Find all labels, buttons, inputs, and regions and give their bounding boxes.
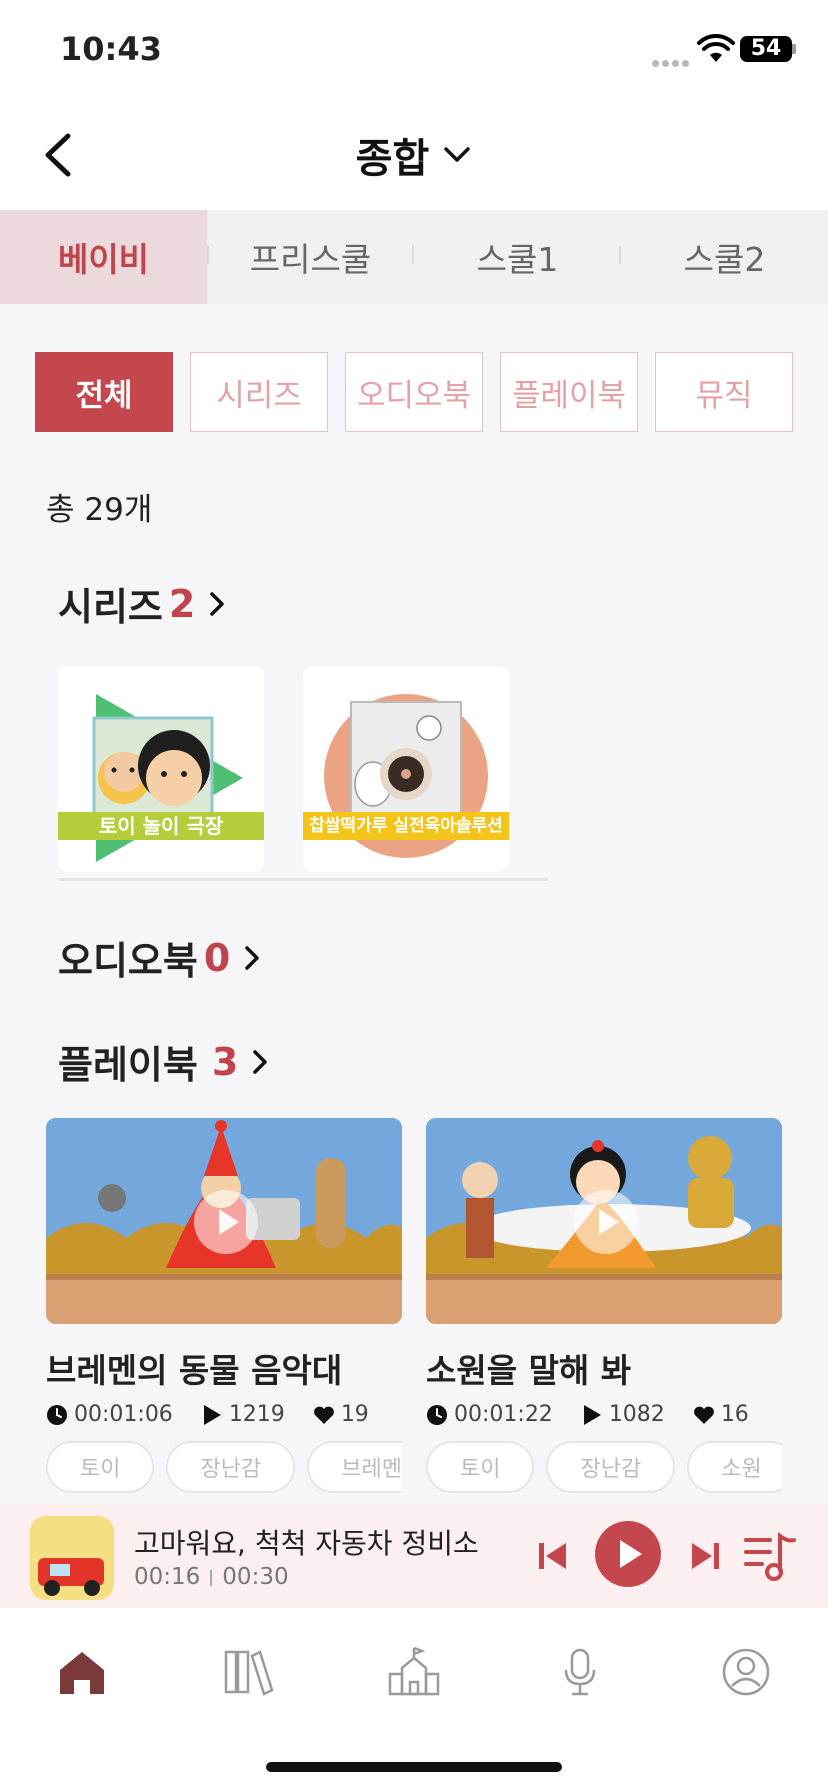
player-time: 00:16 00:30 [134,1564,289,1590]
tag-chip[interactable]: 토이 [46,1441,155,1493]
section-divider [58,878,548,881]
playbook-duration: 00:01:22 [454,1402,553,1427]
player-total: 00:30 [222,1564,289,1590]
cellular-signal-icon [652,52,692,71]
audiobook-count: 0 [203,935,231,980]
library-icon[interactable] [222,1646,274,1698]
playbook-card[interactable]: 소원을 말해 봐 00:01:22 1082 16 토이 장난감 소원 [426,1118,782,1493]
chevron-down-icon [444,147,471,162]
series-banner: 토이 놀이 극장 [58,812,264,840]
heart-icon [693,1406,714,1424]
playbook-plays: 1082 [608,1402,665,1427]
chevron-right-icon [253,1049,268,1074]
tag-chip[interactable]: 토이 [426,1441,535,1493]
tab-school1[interactable]: 스쿨1 [414,210,621,304]
series-card-toy-theater[interactable]: 토이 놀이 극장 [58,666,264,872]
home-indicator [266,1762,562,1772]
tag-chip[interactable]: 장난감 [166,1441,296,1493]
mini-player[interactable]: 고마워요, 척척 자동차 정비소 00:16 00:30 [0,1504,828,1608]
player-title: 고마워요, 척척 자동차 정비소 [134,1527,479,1560]
series-section-header[interactable]: 시리즈 2 [58,576,227,631]
playbook-thumbnail[interactable] [46,1118,402,1324]
play-count-icon [203,1404,221,1425]
chip-music[interactable]: 뮤직 [655,352,793,432]
filter-chips: 전체 시리즈 오디오북 플레이북 뮤직 [35,352,810,432]
audiobook-section-header[interactable]: 오디오북 0 [58,930,262,985]
tag-chip[interactable]: 브레멘 [307,1441,402,1493]
tab-school2[interactable]: 스쿨2 [621,210,828,304]
status-bar: 10:43 54 [0,0,828,100]
playbook-meta: 00:01:06 1219 19 [46,1402,402,1427]
playbook-plays: 1219 [228,1402,285,1427]
category-selector[interactable]: 종합 [0,126,828,184]
tag-list: 토이 장난감 소원 [426,1441,782,1493]
chevron-right-icon [210,591,225,616]
tab-baby[interactable]: 베이비 [0,210,207,304]
series-thumbnail [303,666,509,872]
chip-playbook[interactable]: 플레이북 [500,352,638,432]
play-button[interactable] [594,1520,662,1588]
next-track-icon[interactable] [688,1540,722,1572]
status-time: 10:43 [60,30,162,68]
playbook-title: 소원을 말해 봐 [426,1351,632,1390]
playbook-meta: 00:01:22 1082 16 [426,1402,782,1427]
chevron-right-icon [245,945,260,970]
playbook-card[interactable]: 브레멘의 동물 음악대 00:01:06 1219 19 토이 장난감 브레멘 [46,1118,402,1493]
previous-track-icon[interactable] [536,1540,570,1572]
player-elapsed: 00:16 [134,1564,201,1590]
home-icon[interactable] [56,1646,108,1698]
player-artwork [30,1516,114,1600]
tag-list: 토이 장난감 브레멘 [46,1441,402,1493]
tag-chip[interactable]: 장난감 [546,1441,676,1493]
tab-preschool[interactable]: 프리스쿨 [207,210,414,304]
tag-chip[interactable]: 소원 [687,1441,782,1493]
playbook-duration: 00:01:06 [74,1402,173,1427]
playbook-title: 브레멘의 동물 음악대 [46,1351,343,1390]
microphone-icon[interactable] [554,1646,606,1698]
play-icon [574,1190,638,1254]
playbook-count: 3 [211,1039,239,1084]
chip-all[interactable]: 전체 [35,352,173,432]
wifi-icon [697,34,735,62]
chip-audiobook[interactable]: 오디오북 [345,352,483,432]
series-banner: 찹쌀떡가루 실전육아솔루션 [303,812,509,840]
series-thumbnail [58,666,264,872]
level-tabs: 베이비 프리스쿨 스쿨1 스쿨2 [0,210,828,304]
school-icon[interactable] [388,1646,440,1698]
playbook-thumbnail[interactable] [426,1118,782,1324]
profile-icon[interactable] [720,1646,772,1698]
heart-icon [313,1406,334,1424]
series-card-parenting[interactable]: 찹쌀떡가루 실전육아솔루션 [303,666,509,872]
page-title: 종합 [355,136,430,182]
play-count-icon [583,1404,601,1425]
playbook-likes: 16 [720,1402,749,1427]
playlist-icon[interactable] [742,1530,798,1582]
header: 종합 [0,100,828,210]
series-count: 2 [168,581,196,626]
battery-icon: 54 [740,36,792,62]
clock-icon [427,1404,447,1425]
clock-icon [47,1404,67,1425]
playbook-likes: 19 [340,1402,369,1427]
total-count: 총 29개 [46,492,153,528]
chip-series[interactable]: 시리즈 [190,352,328,432]
play-icon [194,1190,258,1254]
playbook-section-header[interactable]: 플레이북 3 [58,1034,270,1089]
